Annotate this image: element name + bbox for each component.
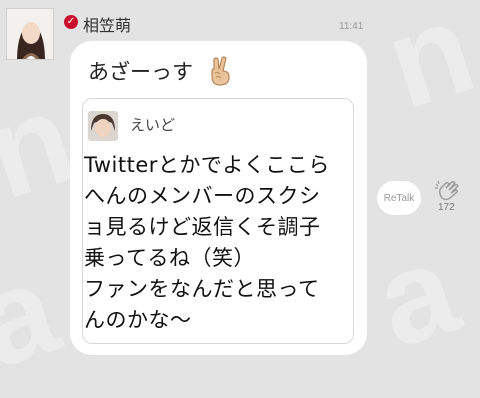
quoted-author-name: えいど xyxy=(130,116,176,134)
background-watermark: n xyxy=(369,0,480,137)
clap-icon[interactable] xyxy=(432,178,466,202)
retalk-button[interactable]: ReTalk xyxy=(376,180,422,216)
clap-count: 172 xyxy=(438,202,455,213)
avatar-photo xyxy=(7,9,53,59)
quoted-avatar-photo xyxy=(88,111,118,141)
quoted-message-text: Twitterとかでよくここら へんのメンバーのスクシ ョ見るけど返信くそ調子 … xyxy=(84,153,330,332)
message-text: あざーっす xyxy=(88,60,193,84)
background-watermark: a xyxy=(359,214,474,376)
quoted-avatar[interactable] xyxy=(88,111,118,141)
timestamp: 11:41 xyxy=(339,21,364,32)
verified-badge-icon: ✓ xyxy=(64,15,78,29)
avatar[interactable] xyxy=(6,8,54,60)
background-watermark: a xyxy=(0,234,74,396)
author-name[interactable]: 相笠萌 xyxy=(83,12,131,36)
victory-hand-icon xyxy=(205,55,235,87)
